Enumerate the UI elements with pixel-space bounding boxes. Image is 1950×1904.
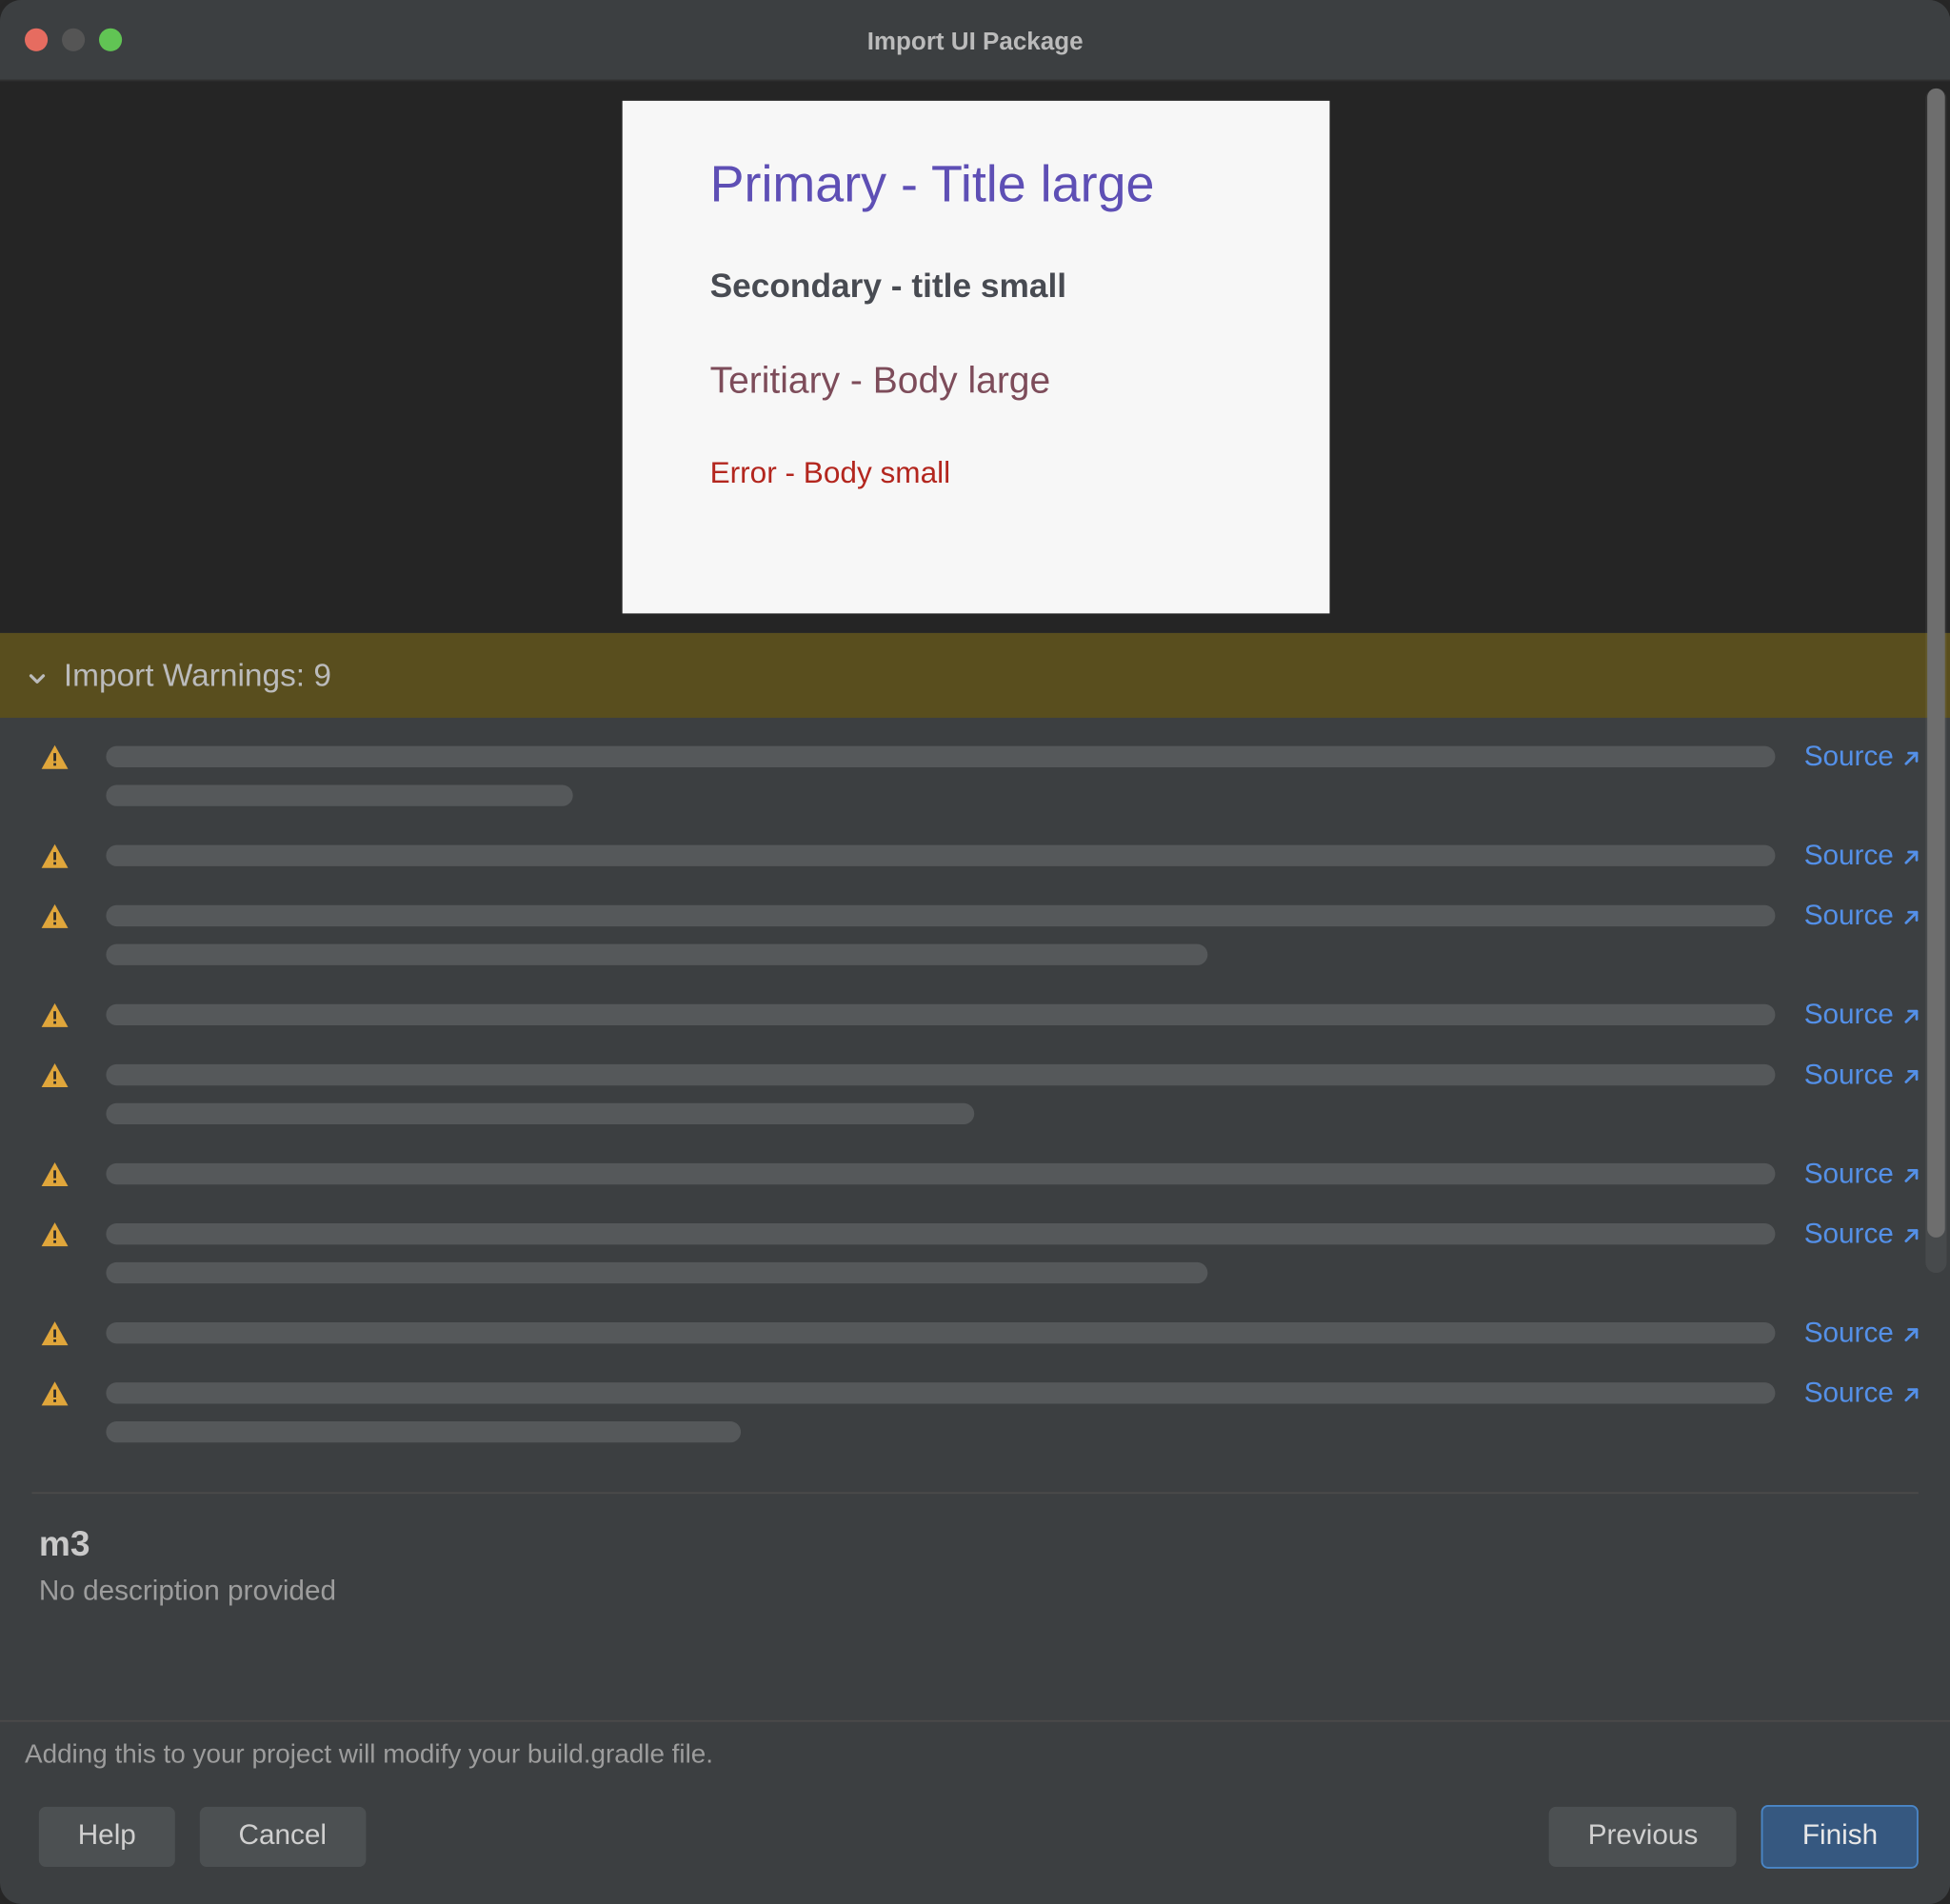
preview-secondary-text: Secondary - title small [710, 268, 1259, 307]
warning-row: Source [39, 1156, 1922, 1205]
summary-section: m3 No description provided [0, 1494, 1950, 1636]
help-button[interactable]: Help [39, 1807, 175, 1867]
warning-text [106, 1376, 1776, 1464]
source-link[interactable]: Source [1804, 1316, 1922, 1351]
warning-text [106, 739, 1776, 827]
redacted-line [106, 1223, 1776, 1244]
preview-primary-text: Primary - Title large [710, 157, 1259, 215]
external-link-icon [1900, 907, 1921, 928]
warning-text [106, 838, 1776, 887]
external-link-icon [1900, 1225, 1921, 1246]
warning-icon [39, 1057, 78, 1092]
warning-row: Source [39, 1057, 1922, 1145]
warning-text [106, 1217, 1776, 1305]
warning-row: Source [39, 739, 1922, 827]
redacted-line [106, 785, 573, 806]
external-link-icon [1900, 1165, 1921, 1186]
preview-area: Primary - Title large Secondary - title … [0, 81, 1950, 632]
redacted-line [106, 1262, 1207, 1283]
warning-text [106, 1316, 1776, 1365]
warning-icon [39, 1316, 78, 1351]
preview-card: Primary - Title large Secondary - title … [622, 101, 1329, 614]
source-link-label: Source [1804, 1378, 1894, 1410]
warning-text [106, 997, 1776, 1046]
finish-button[interactable]: Finish [1761, 1805, 1919, 1869]
warning-icon [39, 1156, 78, 1191]
warnings-list: Source Source Source Source Source Source Sour… [0, 718, 1950, 1485]
redacted-line [106, 1322, 1776, 1343]
source-link-label: Source [1804, 902, 1894, 933]
external-link-icon [1900, 1066, 1921, 1087]
source-link[interactable]: Source [1804, 997, 1922, 1032]
redacted-line [106, 1421, 740, 1442]
dialog-window: Import UI Package Primary - Title large … [0, 0, 1950, 1904]
source-link[interactable]: Source [1804, 1156, 1922, 1191]
redacted-line [106, 1382, 1776, 1403]
scrollbar-thumb[interactable] [1927, 89, 1945, 1238]
warning-row: Source [39, 1316, 1922, 1365]
preview-tertiary-text: Teritiary - Body large [710, 361, 1259, 404]
source-link-label: Source [1804, 1001, 1894, 1032]
warning-row: Source [39, 898, 1922, 986]
source-link-label: Source [1804, 1220, 1894, 1251]
warning-icon [39, 997, 78, 1032]
window-title: Import UI Package [0, 26, 1950, 54]
warning-icon [39, 739, 78, 774]
preview-error-text: Error - Body small [710, 456, 1259, 491]
source-link[interactable]: Source [1804, 1376, 1922, 1411]
warning-icon [39, 1217, 78, 1252]
redacted-line [106, 1103, 974, 1124]
redacted-line [106, 1004, 1776, 1025]
warning-icon [39, 1376, 78, 1411]
source-link-label: Source [1804, 1061, 1894, 1092]
source-link-label: Source [1804, 1319, 1894, 1350]
source-link[interactable]: Source [1804, 838, 1922, 873]
external-link-icon [1900, 1324, 1921, 1345]
source-link[interactable]: Source [1804, 898, 1922, 933]
warnings-header-label: Import Warnings: 9 [64, 657, 331, 694]
warnings-header[interactable]: Import Warnings: 9 [0, 633, 1950, 718]
redacted-line [106, 944, 1207, 965]
source-link-label: Source [1804, 743, 1894, 774]
redacted-line [106, 746, 1776, 767]
warning-icon [39, 838, 78, 873]
warning-row: Source [39, 997, 1922, 1046]
warning-text [106, 1057, 1776, 1145]
footer: Adding this to your project will modify … [0, 1720, 1950, 1904]
package-description: No description provided [39, 1577, 1912, 1608]
redacted-line [106, 1064, 1776, 1085]
source-link[interactable]: Source [1804, 1057, 1922, 1092]
external-link-icon [1900, 1006, 1921, 1027]
footer-note: Adding this to your project will modify … [0, 1722, 1950, 1780]
package-name: m3 [39, 1526, 1912, 1567]
source-link[interactable]: Source [1804, 739, 1922, 774]
source-link-label: Source [1804, 1160, 1894, 1191]
source-link[interactable]: Source [1804, 1217, 1922, 1252]
warning-row: Source [39, 1217, 1922, 1305]
source-link-label: Source [1804, 842, 1894, 873]
external-link-icon [1900, 1384, 1921, 1405]
redacted-line [106, 905, 1776, 926]
warning-icon [39, 898, 78, 933]
previous-button[interactable]: Previous [1549, 1807, 1737, 1867]
redacted-line [106, 1163, 1776, 1184]
cancel-button[interactable]: Cancel [200, 1807, 366, 1867]
chevron-down-icon [25, 663, 50, 687]
external-link-icon [1900, 748, 1921, 769]
button-row: Help Cancel Previous Finish [0, 1780, 1950, 1904]
scrollbar[interactable] [1925, 89, 1946, 1273]
warning-text [106, 1156, 1776, 1205]
redacted-line [106, 845, 1776, 866]
warning-text [106, 898, 1776, 986]
titlebar: Import UI Package [0, 0, 1950, 81]
warning-row: Source [39, 838, 1922, 887]
external-link-icon [1900, 847, 1921, 868]
warning-row: Source [39, 1376, 1922, 1464]
